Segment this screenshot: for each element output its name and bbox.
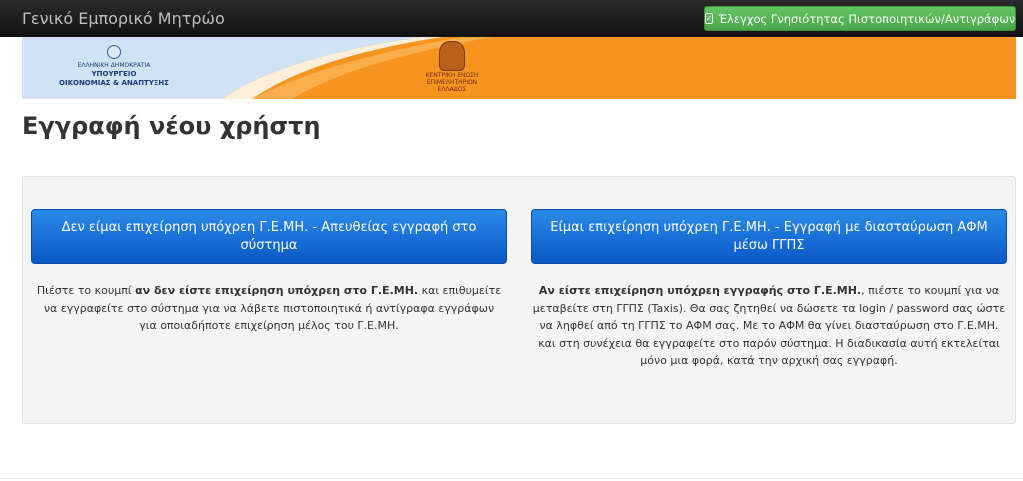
direct-registration-description: Πιέστε το κουμπί αν δεν είστε επιχείρηση… [34,282,504,335]
header-banner: ΕΛΛΗΝΙΚΗ ΔΗΜΟΚΡΑΤΙΑ ΥΠΟΥΡΓΕΙΟ ΟΙΚΟΝΟΜΙΑΣ… [22,37,1016,99]
desc-right-bold: Αν είστε επιχείρηση υπόχρεη εγγραφής στο… [538,284,862,297]
desc-left-pre: Πιέστε το κουμπί [36,284,136,297]
brand-title[interactable]: Γενικό Εμπορικό Μητρώο [22,9,225,28]
chamber-line-2: ΕΠΙΜΕΛΗΤΗΡΙΩΝ [426,79,478,86]
taxis-registration-button[interactable]: Είμαι επιχείρηση υπόχρεη Γ.Ε.ΜΗ. - Εγγρα… [531,209,1007,264]
chamber-line-3: ΕΛΛΑΔΟΣ [437,86,467,93]
greek-emblem-icon [107,45,121,59]
page-title: Εγγραφή νέου χρήστη [22,112,321,140]
ministry-line-3: ΟΙΚΟΝΟΜΙΑΣ & ΑΝΑΠΤΥΞΗΣ [59,79,169,87]
chamber-line-1: ΚΕΝΤΡΙΚΗ ΕΝΩΣΗ [425,72,479,79]
chamber-logo: ΚΕΝΤΡΙΚΗ ΕΝΩΣΗ ΕΠΙΜΕΛΗΤΗΡΙΩΝ ΕΛΛΑΔΟΣ [402,41,502,93]
taxis-registration-description: Αν είστε επιχείρηση υπόχρεη εγγραφής στο… [531,282,1007,370]
verify-certificates-label: Έλεγχος Γνησιότητας Πιστοποιητικών/Αντιγ… [718,11,1016,26]
check-square-icon: ✓ [704,13,714,24]
top-navbar: Γενικό Εμπορικό Μητρώο ✓ Έλεγχος Γνησιότ… [0,0,1023,37]
ministry-line-2: ΥΠΟΥΡΓΕΙΟ [91,70,137,78]
verify-certificates-button[interactable]: ✓ Έλεγχος Γνησιότητας Πιστοποιητικών/Αντ… [704,6,1016,31]
ministry-line-1: ΕΛΛΗΝΙΚΗ ΔΗΜΟΚΡΑΤΙΑ [77,62,151,69]
direct-registration-button[interactable]: Δεν είμαι επιχείρηση υπόχρεη Γ.Ε.ΜΗ. - Α… [31,209,507,264]
hermes-head-icon [439,41,465,71]
ministry-logo: ΕΛΛΗΝΙΚΗ ΔΗΜΟΚΡΑΤΙΑ ΥΠΟΥΡΓΕΙΟ ΟΙΚΟΝΟΜΙΑΣ… [44,45,184,88]
footer-divider [0,478,1023,479]
desc-left-bold: αν δεν είστε επιχείρηση υπόχρεη στο Γ.Ε.… [135,284,419,297]
